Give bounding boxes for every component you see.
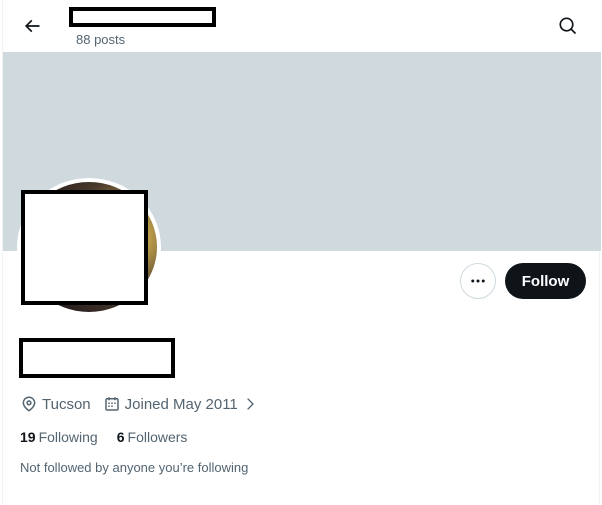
following-label: Following <box>38 429 98 445</box>
location-text: Tucson <box>42 395 91 413</box>
following-link[interactable]: 19 Following <box>20 429 98 445</box>
profile-meta: Tucson Joined May 2011 <box>20 395 274 413</box>
follow-stats: 19 Following 6 Followers <box>20 429 206 445</box>
location-pin-icon <box>22 396 36 412</box>
follow-button[interactable]: Follow <box>505 263 586 299</box>
arrow-left-icon <box>24 19 40 33</box>
post-count: 88 posts <box>76 32 126 47</box>
back-button[interactable] <box>15 9 49 43</box>
location-item: Tucson <box>20 395 91 413</box>
redacted-display-name <box>19 338 175 378</box>
joined-item[interactable]: Joined May 2011 <box>103 395 262 413</box>
search-icon <box>559 17 577 35</box>
following-count: 19 <box>20 429 36 445</box>
joined-text: Joined May 2011 <box>124 395 238 413</box>
more-options-button[interactable] <box>460 263 496 299</box>
more-horizontal-icon <box>471 279 485 283</box>
calendar-icon <box>104 397 119 411</box>
followers-label: Followers <box>127 429 188 445</box>
search-button[interactable] <box>551 9 585 43</box>
chevron-right-icon <box>246 398 254 410</box>
followers-count: 6 <box>116 429 125 445</box>
followers-link[interactable]: 6 Followers <box>117 429 188 445</box>
profile-page: 88 posts Follow Tucson Joined May 2011 1… <box>2 0 601 505</box>
profile-header: 88 posts <box>3 0 601 52</box>
redacted-avatar <box>21 190 148 305</box>
mutual-followers-note: Not followed by anyone you’re following <box>20 460 249 475</box>
redacted-profile-name <box>69 7 216 27</box>
